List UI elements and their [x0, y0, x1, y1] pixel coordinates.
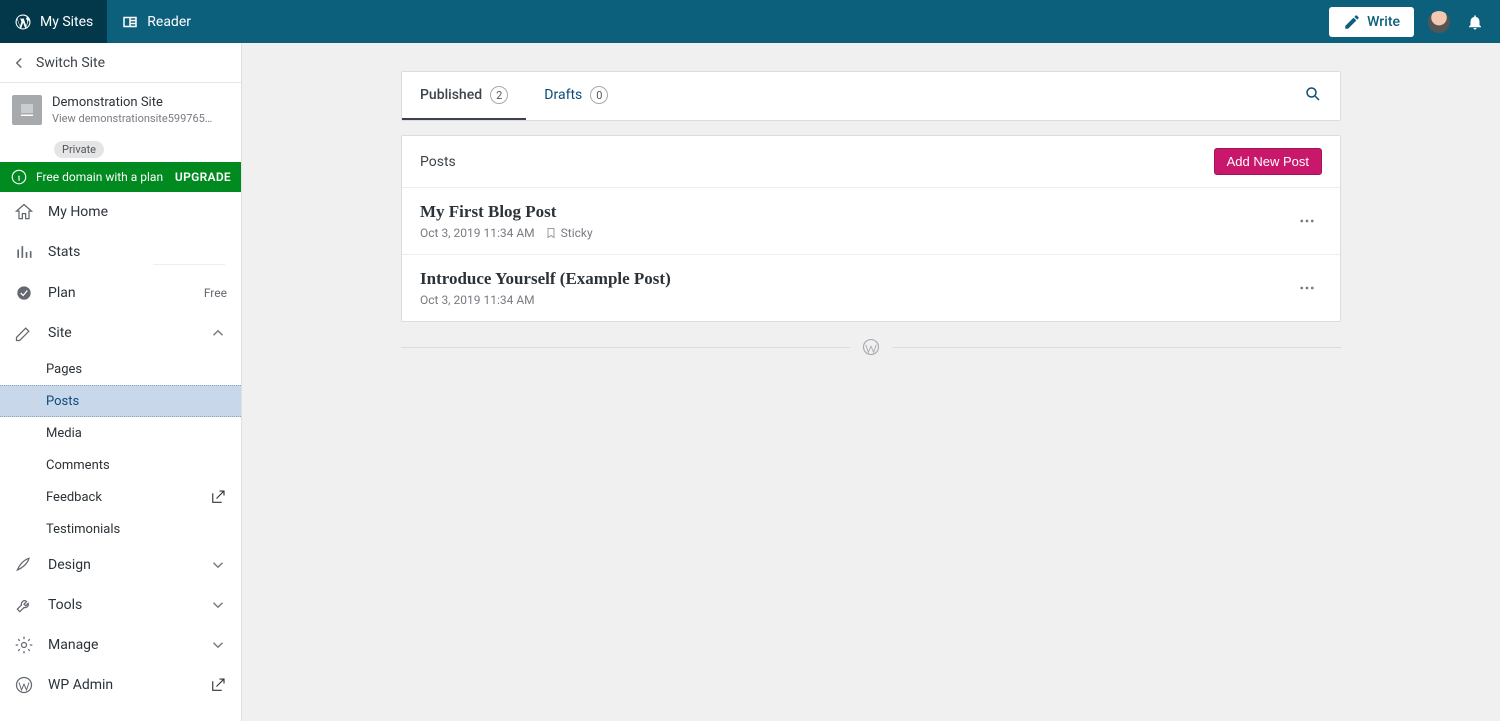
bell-icon [1466, 13, 1484, 31]
nav-wp-admin[interactable]: WP Admin [0, 665, 241, 705]
nav-plan-label: Plan [48, 285, 190, 301]
write-button[interactable]: Write [1329, 7, 1414, 37]
tabs-card: Published 2 Drafts 0 [401, 71, 1341, 121]
wordpress-icon [14, 675, 34, 695]
nav-stats[interactable]: Stats [0, 232, 241, 272]
nav-design[interactable]: Design [0, 545, 241, 585]
nav-manage[interactable]: Manage [0, 625, 241, 665]
post-row[interactable]: Introduce Yourself (Example Post) Oct 3, … [402, 254, 1340, 321]
chevron-left-icon [10, 54, 28, 72]
nav-my-sites-label: My Sites [40, 14, 93, 30]
footer-logo [401, 338, 1341, 356]
plan-icon [14, 283, 34, 303]
tab-drafts[interactable]: Drafts 0 [526, 72, 626, 120]
wordpress-icon [862, 338, 880, 356]
chevron-down-icon [209, 596, 227, 614]
nav-my-home[interactable]: My Home [0, 192, 241, 232]
nav-stats-label: Stats [48, 244, 227, 260]
tab-drafts-label: Drafts [544, 87, 582, 103]
post-date: Oct 3, 2019 11:34 AM [420, 226, 535, 240]
more-options-button[interactable] [1292, 273, 1322, 303]
subnav-media[interactable]: Media [0, 417, 241, 449]
nav-reader[interactable]: Reader [107, 0, 205, 43]
reader-icon [121, 13, 139, 31]
subnav-comments[interactable]: Comments [0, 449, 241, 481]
subnav-posts[interactable]: Posts [0, 385, 241, 417]
nav-my-sites[interactable]: My Sites [0, 0, 107, 43]
main-content: Published 2 Drafts 0 Posts Add New Post [242, 43, 1500, 721]
tab-published-label: Published [420, 87, 482, 103]
posts-heading: Posts [420, 154, 456, 170]
nav-manage-label: Manage [48, 637, 195, 653]
site-card[interactable]: Demonstration Site View demonstrationsit… [0, 83, 241, 135]
divider [153, 264, 225, 265]
chevron-down-icon [209, 636, 227, 654]
site-subnav: Pages Posts Media Comments Feedback Test… [0, 353, 241, 545]
gear-icon [14, 635, 34, 655]
tab-drafts-count: 0 [590, 86, 608, 104]
home-icon [14, 202, 34, 222]
more-options-button[interactable] [1292, 206, 1322, 236]
notifications-button[interactable] [1464, 11, 1486, 33]
stats-icon [14, 242, 34, 262]
nav-design-label: Design [48, 557, 195, 573]
pencil-icon [14, 323, 34, 343]
upsell-cta: UPGRADE [175, 170, 231, 184]
plan-level: Free [204, 286, 227, 300]
site-title: Demonstration Site [52, 95, 217, 110]
masterbar: My Sites Reader Write [0, 0, 1500, 43]
post-date: Oct 3, 2019 11:34 AM [420, 293, 535, 307]
post-row[interactable]: My First Blog Post Oct 3, 2019 11:34 AM St… [402, 188, 1340, 254]
sticky-badge: Sticky [545, 226, 593, 240]
nav-my-home-label: My Home [48, 204, 227, 220]
external-link-icon [209, 488, 227, 506]
brush-icon [14, 555, 34, 575]
nav-site[interactable]: Site [0, 313, 241, 353]
site-url: View demonstrationsite599765121.x [52, 112, 217, 125]
posts-card: Posts Add New Post My First Blog Post Oct… [401, 135, 1341, 322]
nav-tools[interactable]: Tools [0, 585, 241, 625]
tab-published[interactable]: Published 2 [402, 72, 526, 120]
post-title: Introduce Yourself (Example Post) [420, 269, 671, 289]
site-thumb-icon [12, 95, 42, 125]
nav-tools-label: Tools [48, 597, 195, 613]
privacy-badge: Private [54, 141, 104, 158]
sidebar: Switch Site Demonstration Site View demo… [0, 43, 242, 721]
switch-site-label: Switch Site [36, 55, 105, 71]
search-button[interactable] [1286, 85, 1340, 107]
subnav-pages[interactable]: Pages [0, 353, 241, 385]
info-icon [10, 168, 28, 186]
chevron-up-icon [209, 324, 227, 342]
nav-reader-label: Reader [147, 14, 191, 30]
nav-site-label: Site [48, 325, 195, 341]
switch-site-button[interactable]: Switch Site [0, 43, 241, 83]
nav-wp-admin-label: WP Admin [48, 677, 195, 693]
chevron-down-icon [209, 556, 227, 574]
write-button-label: Write [1367, 14, 1400, 30]
add-new-post-button[interactable]: Add New Post [1214, 148, 1322, 175]
wrench-icon [14, 595, 34, 615]
subnav-feedback[interactable]: Feedback [0, 481, 241, 513]
compose-icon [1343, 13, 1361, 31]
external-link-icon [209, 676, 227, 694]
nav-plan[interactable]: Plan Free [0, 273, 241, 313]
upsell-text: Free domain with a plan [36, 170, 163, 184]
subnav-testimonials[interactable]: Testimonials [0, 513, 241, 545]
post-title: My First Blog Post [420, 202, 593, 222]
upsell-banner[interactable]: Free domain with a plan UPGRADE [0, 162, 241, 192]
wordpress-icon [14, 13, 32, 31]
tab-published-count: 2 [490, 86, 508, 104]
avatar[interactable] [1428, 11, 1450, 33]
search-icon [1304, 85, 1322, 103]
